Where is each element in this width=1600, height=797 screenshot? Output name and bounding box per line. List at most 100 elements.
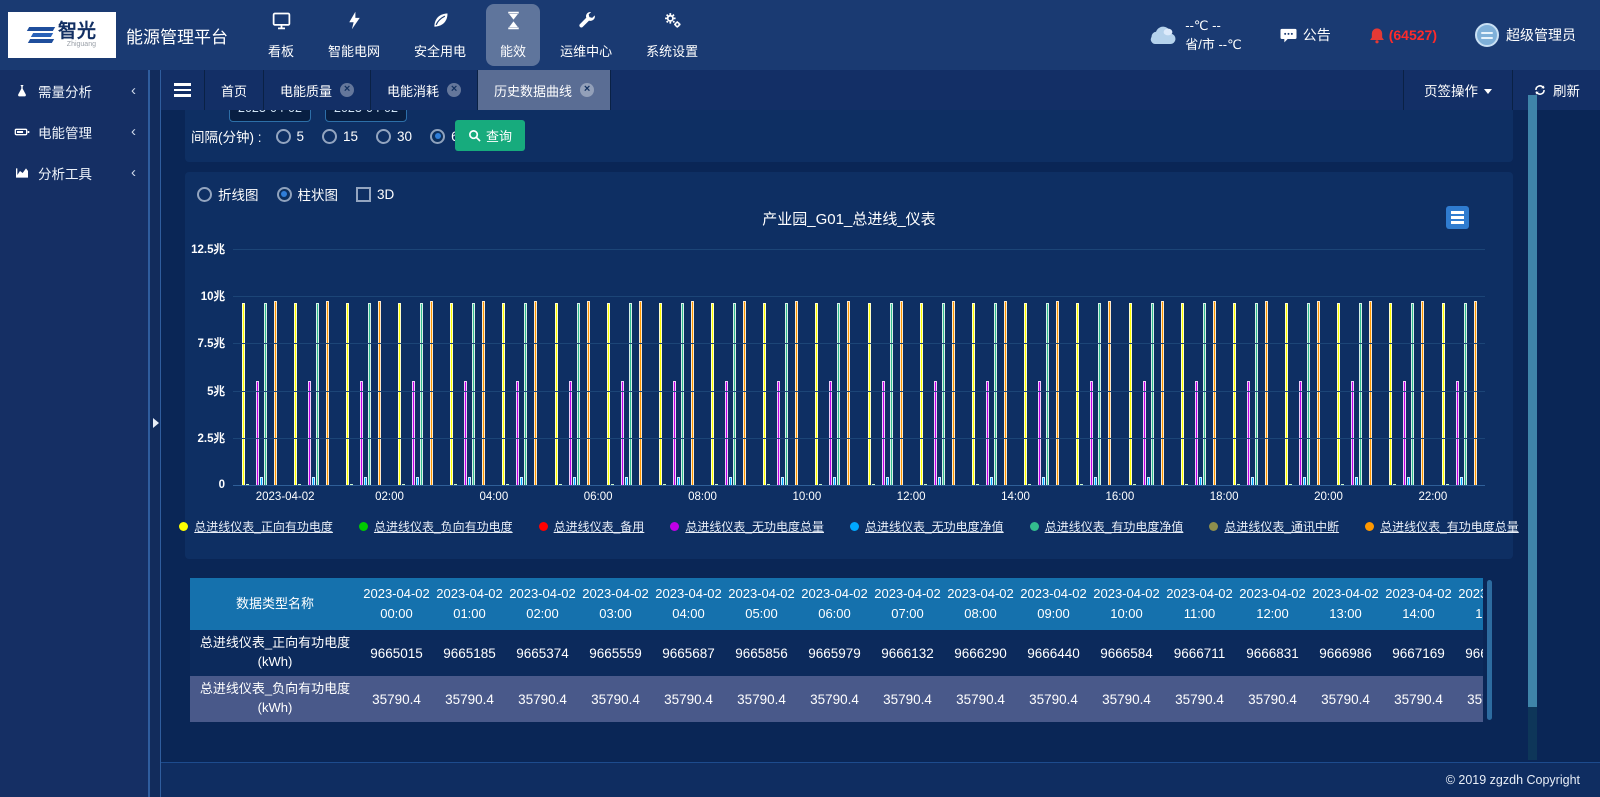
sidebar-item-电能管理[interactable]: 电能管理‹	[0, 111, 148, 152]
bar	[763, 303, 766, 485]
bar	[1251, 477, 1254, 485]
interval-label: 间隔(分钟) :	[191, 126, 262, 146]
bar	[625, 477, 628, 485]
sidebar-item-分析工具[interactable]: 分析工具‹	[0, 152, 148, 193]
nav-item-label: 能效	[500, 41, 526, 60]
weather-temp: --℃ --	[1185, 16, 1241, 36]
tab-历史数据曲线[interactable]: 历史数据曲线×	[478, 70, 611, 110]
legend-item-总进线仪表_正向有功电度[interactable]: 总进线仪表_正向有功电度	[179, 518, 333, 535]
table-column-header: 2023-04-02 06:00	[798, 578, 871, 630]
search-button[interactable]: 查询	[455, 120, 525, 151]
refresh-button[interactable]: 刷新	[1512, 70, 1600, 110]
tab-电能质量[interactable]: 电能质量×	[264, 70, 371, 110]
bar-group[interactable]	[755, 249, 807, 485]
nav-item-安全用电[interactable]: 安全用电	[400, 4, 480, 66]
bar-group[interactable]	[1329, 249, 1381, 485]
table-cell: 9665856	[725, 630, 798, 676]
bar	[942, 303, 945, 485]
bar-group[interactable]	[1224, 249, 1276, 485]
gears-icon	[662, 10, 683, 36]
nav-item-能效[interactable]: 能效	[486, 4, 540, 66]
legend-item-总进线仪表_备用[interactable]: 总进线仪表_备用	[539, 518, 645, 535]
interval-radio-5[interactable]: 5	[276, 129, 305, 144]
bar	[398, 303, 401, 485]
legend-item-总进线仪表_有功电度总量[interactable]: 总进线仪表_有功电度总量	[1365, 518, 1519, 535]
nav-item-智能电网[interactable]: 智能电网	[314, 4, 394, 66]
legend-item-总进线仪表_无功电度净值[interactable]: 总进线仪表_无功电度净值	[850, 518, 1004, 535]
notice-label: 公告	[1303, 25, 1331, 45]
bar-group[interactable]	[859, 249, 911, 485]
start-date-input[interactable]	[229, 110, 311, 122]
table-cell: 35790.4	[1017, 676, 1090, 722]
table-scrollbar[interactable]	[1487, 580, 1492, 720]
bar-group[interactable]	[1276, 249, 1328, 485]
bar-group[interactable]	[1433, 249, 1485, 485]
bar-group[interactable]	[650, 249, 702, 485]
tab-close-icon[interactable]: ×	[447, 83, 461, 97]
bar-group[interactable]	[337, 249, 389, 485]
legend-item-总进线仪表_有功电度净值[interactable]: 总进线仪表_有功电度净值	[1030, 518, 1184, 535]
bar	[1129, 303, 1132, 485]
interval-radio-15[interactable]: 15	[322, 129, 358, 144]
interval-radio-30[interactable]: 30	[376, 129, 412, 144]
alert-button[interactable]: (64527)	[1369, 27, 1437, 44]
bar-group[interactable]	[1016, 249, 1068, 485]
y-axis-tick: 12.5兆	[191, 241, 225, 257]
bar-group[interactable]	[233, 249, 285, 485]
tab-close-icon[interactable]: ×	[340, 83, 354, 97]
tabs: 首页电能质量×电能消耗×历史数据曲线×	[205, 70, 611, 110]
menu-toggle-button[interactable]	[161, 70, 205, 110]
tab-close-icon[interactable]: ×	[580, 83, 594, 97]
tab-首页[interactable]: 首页	[205, 70, 264, 110]
bar-group[interactable]	[807, 249, 859, 485]
table-row-label: 总进线仪表_正向有功电度(kWh)	[190, 630, 360, 676]
bar	[681, 303, 684, 485]
bar	[256, 381, 259, 485]
bar-group[interactable]	[1381, 249, 1433, 485]
legend-item-总进线仪表_无功电度总量[interactable]: 总进线仪表_无功电度总量	[670, 518, 824, 535]
chart-type-radio-折线图[interactable]: 折线图	[197, 184, 259, 204]
bar-group[interactable]	[390, 249, 442, 485]
bar	[294, 303, 297, 485]
bar	[1213, 301, 1216, 485]
table-cell: 9665374	[506, 630, 579, 676]
bar	[886, 477, 889, 485]
nav-item-运维中心[interactable]: 运维中心	[546, 4, 626, 66]
sidebar-item-需量分析[interactable]: 需量分析‹	[0, 70, 148, 111]
bar-group[interactable]	[546, 249, 598, 485]
sidebar-collapse-handle[interactable]	[148, 70, 161, 797]
bar-group[interactable]	[285, 249, 337, 485]
tab-label: 首页	[221, 81, 247, 100]
lightning-icon	[344, 10, 365, 36]
tab-operations-button[interactable]: 页签操作	[1403, 70, 1512, 110]
notice-button[interactable]: 公告	[1280, 25, 1331, 45]
bar-group[interactable]	[1068, 249, 1120, 485]
nav-item-系统设置[interactable]: 系统设置	[632, 4, 712, 66]
chart-type-radio-柱状图[interactable]: 柱状图	[277, 184, 339, 204]
bar	[464, 381, 467, 485]
bar	[1147, 477, 1150, 485]
nav-item-看板[interactable]: 看板	[254, 4, 308, 66]
chart-export-menu-button[interactable]	[1446, 206, 1469, 229]
bar-group[interactable]	[1172, 249, 1224, 485]
bar-group[interactable]	[598, 249, 650, 485]
bell-icon	[1369, 27, 1385, 44]
bar-group[interactable]	[963, 249, 1015, 485]
bar-group[interactable]	[703, 249, 755, 485]
bar	[1038, 381, 1041, 485]
bar-group[interactable]	[494, 249, 546, 485]
page-scrollbar-thumb[interactable]	[1528, 95, 1537, 707]
end-date-input[interactable]	[325, 110, 407, 122]
bar-group[interactable]	[1120, 249, 1172, 485]
legend-item-总进线仪表_负向有功电度[interactable]: 总进线仪表_负向有功电度	[359, 518, 513, 535]
tab-电能消耗[interactable]: 电能消耗×	[371, 70, 478, 110]
bar	[1046, 303, 1049, 485]
page-scrollbar[interactable]	[1528, 95, 1537, 760]
bar-group[interactable]	[911, 249, 963, 485]
user-menu[interactable]: 超级管理员	[1475, 23, 1576, 47]
chart-3d-checkbox[interactable]: 3D	[356, 187, 394, 202]
radio-icon	[277, 187, 292, 202]
legend-item-总进线仪表_通讯中断[interactable]: 总进线仪表_通讯中断	[1209, 518, 1339, 535]
bar-group[interactable]	[442, 249, 494, 485]
bar	[1151, 303, 1154, 485]
